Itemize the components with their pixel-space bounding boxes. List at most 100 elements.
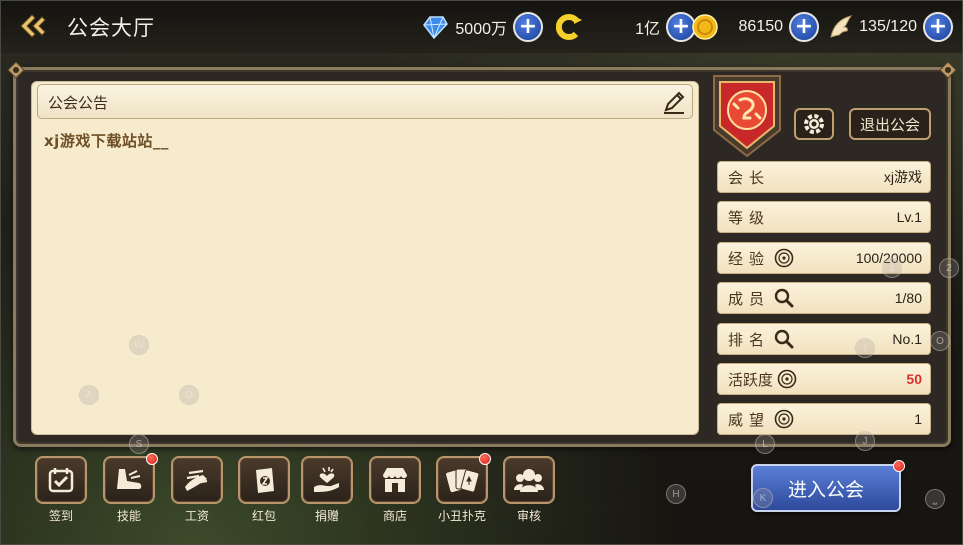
info-label-wrap: 活跃度 xyxy=(728,369,797,390)
gear-icon xyxy=(804,114,824,134)
info-row-leader: 会长 xj游戏 xyxy=(717,161,931,193)
toolbar-label: 商店 xyxy=(382,509,407,523)
info-label-wrap: 成员 xyxy=(728,288,794,309)
donate-button[interactable] xyxy=(301,456,353,504)
sign-in-button[interactable] xyxy=(35,456,87,504)
help-icon[interactable] xyxy=(777,369,797,389)
key-hint-space: ⎵ xyxy=(925,489,945,509)
diamond-icon xyxy=(423,16,448,40)
help-icon[interactable] xyxy=(774,248,794,268)
info-label-wrap: 威望 xyxy=(728,409,794,430)
notice-title-bar: 公会公告 xyxy=(37,84,693,119)
toolbar-sign-in[interactable]: 签到 xyxy=(34,456,88,524)
info-label: 成员 xyxy=(728,289,771,308)
write-icon xyxy=(185,469,208,491)
notification-badge xyxy=(893,460,905,472)
group-review-icon xyxy=(514,469,544,492)
members-value: 1/80 xyxy=(894,290,922,306)
boot-icon xyxy=(117,469,142,489)
toolbar-salary[interactable]: 工资 xyxy=(170,456,224,524)
toolbar-review[interactable]: 审核 xyxy=(502,456,556,524)
calendar-check-icon xyxy=(48,468,74,493)
guild-emblem-icon[interactable] xyxy=(710,74,784,158)
edit-notice-button[interactable] xyxy=(660,88,688,116)
quit-guild-button[interactable]: 退出公会 xyxy=(849,108,931,140)
help-icon[interactable] xyxy=(774,409,794,429)
resource-stamina: 135/120 + xyxy=(827,11,953,43)
notice-content: xj游戏下载站站__ xyxy=(44,132,169,150)
toolbar-skills[interactable]: 技能 xyxy=(102,453,158,524)
toolbar-label: 捐赠 xyxy=(314,509,339,523)
page-title: 公会大厅 xyxy=(67,16,155,40)
coupon-value: 1亿 xyxy=(635,21,660,38)
toolbar-label: 红包 xyxy=(251,509,276,523)
info-row-prestige: 威望 1 xyxy=(717,403,931,435)
info-label: 经验 xyxy=(728,249,771,268)
info-label-wrap: 排名 xyxy=(728,329,794,350)
back-button[interactable] xyxy=(15,9,51,43)
notification-badge xyxy=(146,453,158,465)
corner-ornament-icon xyxy=(7,61,25,79)
resource-gold: 86150 + xyxy=(691,11,819,43)
key-hint-1: 1 xyxy=(882,258,902,278)
search-icon[interactable] xyxy=(774,329,794,349)
info-row-level: 等级 Lv.1 xyxy=(717,201,931,233)
shop-icon xyxy=(383,468,407,492)
gold-value: 86150 xyxy=(738,18,784,35)
notice-title: 公会公告 xyxy=(48,94,109,112)
info-row-activity: 活跃度 50 xyxy=(717,363,931,395)
key-hint-o: O xyxy=(930,331,950,351)
info-label: 排名 xyxy=(728,330,771,349)
add-gold-button[interactable]: + xyxy=(789,12,819,42)
notice-board: 公会公告 xj游戏下载站站__ xyxy=(31,81,699,435)
enter-guild-button[interactable]: 进入公会 xyxy=(751,460,905,512)
shop-button[interactable] xyxy=(369,456,421,504)
key-hint-i: I xyxy=(855,338,875,358)
leader-value: xj游戏 xyxy=(883,169,922,185)
settings-button[interactable] xyxy=(794,108,834,140)
wing-icon xyxy=(830,15,853,38)
pencil-icon xyxy=(664,91,685,114)
level-value: Lv.1 xyxy=(896,209,922,225)
add-stamina-button[interactable]: + xyxy=(923,12,953,42)
key-hint-h: H xyxy=(666,484,686,504)
info-row-rank: 排名 No.1 xyxy=(717,323,931,355)
diamond-value: 5000万 xyxy=(455,21,507,38)
toolbar-red-packet[interactable]: 红包 xyxy=(237,456,291,524)
poker-button[interactable] xyxy=(436,453,491,504)
info-label: 会长 xyxy=(728,168,771,187)
salary-button[interactable] xyxy=(171,456,223,504)
info-label: 等级 xyxy=(728,208,771,227)
key-hint-l: L xyxy=(755,434,775,454)
key-hint-a: A xyxy=(79,385,99,405)
add-diamond-button[interactable]: + xyxy=(513,12,543,42)
rank-value: No.1 xyxy=(892,331,922,347)
info-label: 活跃度 xyxy=(728,370,774,389)
back-arrow-icon xyxy=(20,14,46,38)
gold-coin-icon xyxy=(692,14,718,40)
toolbar-label: 小丑扑克 xyxy=(437,509,486,523)
skills-button[interactable] xyxy=(103,453,158,504)
activity-value: 50 xyxy=(906,371,922,387)
key-hint-k: K xyxy=(753,488,773,508)
prestige-value: 1 xyxy=(914,411,922,427)
resource-diamond: 5000万 + xyxy=(421,11,543,43)
toolbar-poker[interactable]: 小丑扑克 xyxy=(435,453,491,524)
c-coin-icon xyxy=(556,14,582,40)
resource-coupon: 1亿 + xyxy=(556,11,696,43)
key-hint-s: S xyxy=(129,434,149,454)
toolbar-donate[interactable]: 捐赠 xyxy=(300,456,354,524)
top-bar: 公会大厅 5000万 + 1亿 + 86150 + 135/120 + xyxy=(1,1,962,53)
toolbar-label: 技能 xyxy=(116,509,141,523)
corner-ornament-icon xyxy=(939,61,957,79)
red-packet-button[interactable] xyxy=(238,456,290,504)
toolbar-label: 审核 xyxy=(516,509,541,523)
search-icon[interactable] xyxy=(774,288,794,308)
notification-badge xyxy=(479,453,491,465)
toolbar-shop[interactable]: 商店 xyxy=(368,456,422,524)
info-label: 威望 xyxy=(728,410,771,429)
review-button[interactable] xyxy=(503,456,555,504)
key-hint-j: J xyxy=(855,431,875,451)
playing-cards-icon xyxy=(446,468,479,493)
key-hint-2: 2 xyxy=(939,258,959,278)
